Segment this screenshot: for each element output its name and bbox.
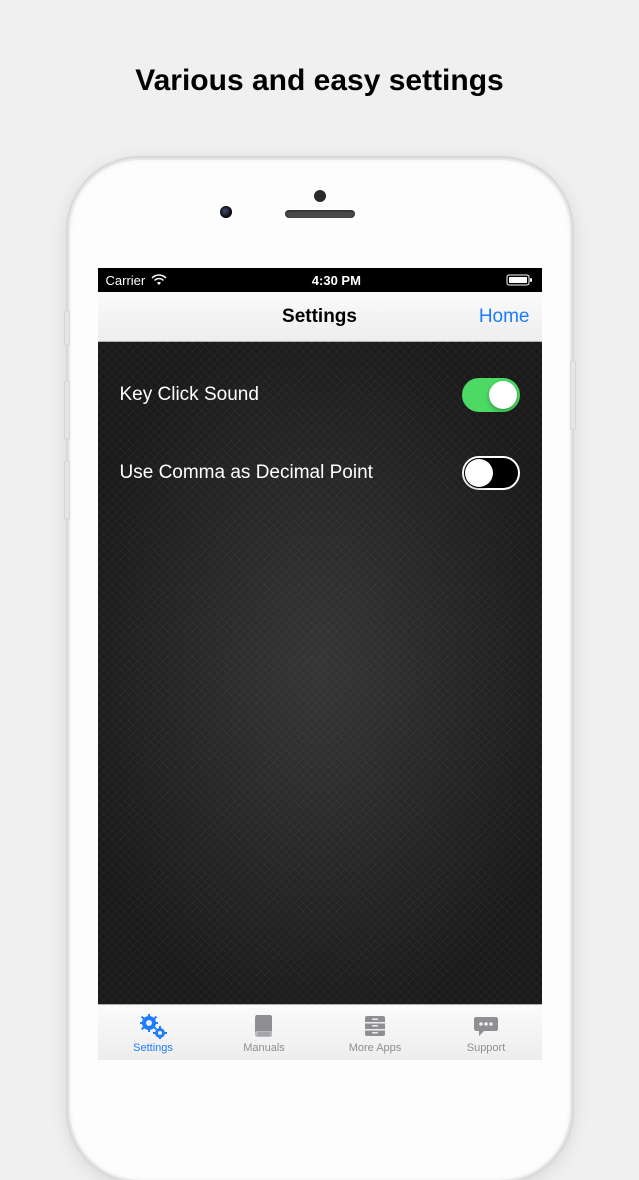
wifi-icon [151, 274, 167, 286]
gear-icon [138, 1012, 168, 1040]
promo-title: Various and easy settings [0, 0, 639, 98]
status-time: 4:30 PM [312, 273, 361, 288]
power-button [570, 360, 576, 430]
settings-content: Key Click Sound Use Comma as Decimal Poi… [98, 342, 542, 1004]
phone-frame: Carrier 4:30 PM Setti [70, 160, 570, 1180]
tab-label: Settings [133, 1042, 173, 1054]
earpiece-speaker [285, 210, 355, 218]
drawer-icon [362, 1012, 388, 1040]
tab-label: More Apps [349, 1042, 402, 1054]
tab-bar: Settings Manuals [98, 1004, 542, 1060]
mute-switch [64, 310, 70, 346]
comma-label: Use Comma as Decimal Point [120, 461, 373, 486]
tab-settings[interactable]: Settings [98, 1005, 209, 1060]
setting-row-key-click: Key Click Sound [120, 378, 520, 412]
status-bar: Carrier 4:30 PM [98, 268, 542, 292]
proximity-sensor [314, 190, 326, 202]
nav-bar: Settings Home [98, 292, 542, 342]
status-left: Carrier [106, 273, 168, 288]
carrier-label: Carrier [106, 273, 146, 288]
volume-up-button [64, 380, 70, 440]
comma-toggle[interactable] [462, 456, 520, 490]
tab-support[interactable]: Support [431, 1005, 542, 1060]
toggle-knob [489, 381, 517, 409]
chat-icon [472, 1012, 500, 1040]
tab-label: Manuals [243, 1042, 285, 1054]
battery-icon [506, 274, 534, 286]
home-button[interactable]: Home [479, 306, 530, 328]
key-click-toggle[interactable] [462, 378, 520, 412]
tab-label: Support [467, 1042, 506, 1054]
book-icon [252, 1012, 276, 1040]
tab-more-apps[interactable]: More Apps [320, 1005, 431, 1060]
front-camera [220, 206, 232, 218]
page-title: Settings [98, 306, 542, 328]
screen: Carrier 4:30 PM Setti [98, 268, 542, 1060]
key-click-label: Key Click Sound [120, 383, 259, 408]
tab-manuals[interactable]: Manuals [209, 1005, 320, 1060]
volume-down-button [64, 460, 70, 520]
setting-row-comma: Use Comma as Decimal Point [120, 456, 520, 490]
toggle-knob [465, 459, 493, 487]
